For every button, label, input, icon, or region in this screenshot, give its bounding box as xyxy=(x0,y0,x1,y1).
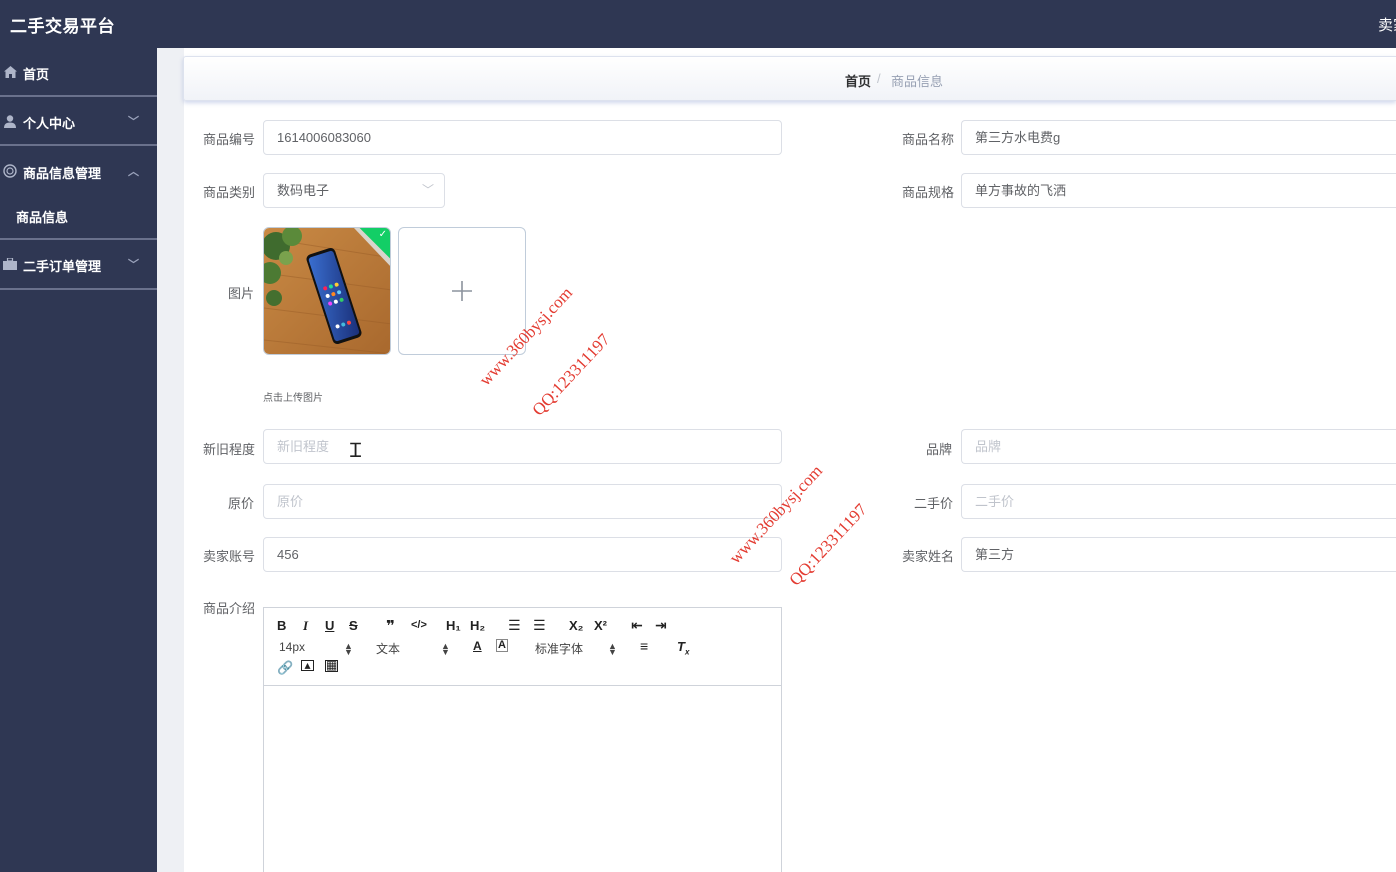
bold-icon[interactable]: B xyxy=(277,618,286,633)
font-size-picker[interactable]: 14px xyxy=(279,640,305,654)
breadcrumb-home[interactable]: 首页 xyxy=(845,71,871,90)
editor-toolbar: B I U S ❞ </> H₁ H₂ ☰ ☰ X₂ X² ⇤ ⇥ 14px ▲… xyxy=(264,608,781,686)
video-icon[interactable]: ▦ xyxy=(325,659,338,672)
product-no-input[interactable]: 1614006083060 xyxy=(263,120,782,155)
second-price-input[interactable]: 二手价 xyxy=(961,484,1396,519)
product-name-input[interactable]: 第三方水电费g xyxy=(961,120,1396,155)
sidebar-item-home[interactable]: 首页 xyxy=(0,48,157,96)
phone-photo xyxy=(264,228,390,354)
breadcrumb-current: 商品信息 xyxy=(891,74,944,89)
outdent-icon[interactable]: ⇤ xyxy=(631,617,643,634)
seller-account-input[interactable]: 456 xyxy=(263,537,782,572)
original-price-label: 原价 xyxy=(228,496,255,511)
sidebar-item-goods-management[interactable]: 商品信息管理 ︿ xyxy=(0,147,157,195)
editor-content-area[interactable] xyxy=(264,686,781,872)
code-block-icon[interactable]: </> xyxy=(411,619,427,631)
breadcrumb-separator: / xyxy=(877,71,881,86)
underline-icon[interactable]: U xyxy=(325,618,334,633)
sidebar-item-label: 首页 xyxy=(23,67,50,82)
condition-input[interactable]: 新旧程度 xyxy=(263,429,782,464)
ordered-list-icon[interactable]: ☰ xyxy=(508,617,521,634)
sidebar-item-profile[interactable]: 个人中心 ﹀ xyxy=(0,97,157,145)
font-color-icon[interactable]: A xyxy=(473,639,482,653)
chevron-down-icon: ﹀ xyxy=(421,183,434,197)
sidebar-subitem-label: 商品信息 xyxy=(16,210,69,225)
image-label: 图片 xyxy=(228,286,255,301)
user-icon xyxy=(3,114,17,128)
user-menu[interactable]: 卖家 xyxy=(1378,14,1396,35)
chevron-up-icon: ︿ xyxy=(128,166,139,178)
brand-label: 品牌 xyxy=(926,442,953,457)
category-select-value: 数码电子 xyxy=(277,183,330,198)
product-no-label: 商品编号 xyxy=(203,132,256,147)
check-icon: ✓ xyxy=(378,229,387,240)
spec-label: 商品规格 xyxy=(902,185,955,200)
background-color-icon[interactable]: A xyxy=(496,639,508,652)
condition-label: 新旧程度 xyxy=(203,442,256,457)
indent-icon[interactable]: ⇥ xyxy=(655,617,667,634)
bullet-list-icon[interactable]: ☰ xyxy=(533,617,546,634)
seller-account-label: 卖家账号 xyxy=(203,549,256,564)
spec-input[interactable]: 单方事故的飞洒 xyxy=(961,173,1396,208)
breadcrumb: 首页 / 商品信息 xyxy=(183,56,1396,101)
strikethrough-icon[interactable]: S xyxy=(349,618,358,633)
align-icon[interactable]: ≡ xyxy=(640,638,648,654)
italic-icon[interactable]: I xyxy=(303,618,308,634)
blockquote-icon[interactable]: ❞ xyxy=(386,617,395,635)
goods-icon xyxy=(3,164,17,178)
product-name-label: 商品名称 xyxy=(902,132,955,147)
heading1-icon[interactable]: H₁ xyxy=(446,618,461,633)
clear-format-icon[interactable]: Tx xyxy=(677,639,689,657)
upload-tip: 点击上传图片 xyxy=(263,393,323,404)
briefcase-icon xyxy=(3,257,17,271)
picker-arrows-icon: ▲ ▼ xyxy=(441,641,450,657)
sidebar-item-orders[interactable]: 二手订单管理 ﹀ xyxy=(0,240,157,288)
category-select[interactable]: 数码电子 ﹀ xyxy=(263,173,445,208)
text-cursor-icon: Ɪ xyxy=(350,438,362,462)
superscript-icon[interactable]: X² xyxy=(594,618,607,633)
seller-name-label: 卖家姓名 xyxy=(902,549,955,564)
sidebar-item-label: 个人中心 xyxy=(23,116,76,131)
home-icon xyxy=(3,65,17,79)
link-icon[interactable]: 🔗 xyxy=(277,660,293,676)
sidebar-divider xyxy=(0,288,157,290)
brand-input[interactable]: 品牌 xyxy=(961,429,1396,464)
description-label: 商品介绍 xyxy=(203,601,256,616)
sidebar-item-label: 商品信息管理 xyxy=(23,166,102,181)
rich-text-editor: B I U S ❞ </> H₁ H₂ ☰ ☰ X₂ X² ⇤ ⇥ 14px ▲… xyxy=(263,607,782,872)
chevron-down-icon: ﹀ xyxy=(128,259,139,271)
sidebar-divider xyxy=(0,144,157,146)
original-price-input[interactable]: 原价 xyxy=(263,484,782,519)
subscript-icon[interactable]: X₂ xyxy=(569,618,583,633)
sidebar-item-label: 二手订单管理 xyxy=(23,259,102,274)
plus-icon xyxy=(452,281,472,301)
image-upload-button[interactable] xyxy=(398,227,526,355)
second-price-label: 二手价 xyxy=(914,496,954,511)
seller-name-input[interactable]: 第三方 xyxy=(961,537,1396,572)
uploaded-product-image[interactable]: ✓ xyxy=(263,227,391,355)
image-icon[interactable]: ▴ xyxy=(301,659,314,671)
category-label: 商品类别 xyxy=(203,185,256,200)
header-type-picker[interactable]: 文本 xyxy=(376,640,400,657)
chevron-down-icon: ﹀ xyxy=(128,116,139,128)
sidebar: 首页 个人中心 ﹀ 商品信息管理 ︿ 商品信息 二手订单管理 ﹀ xyxy=(0,48,157,872)
sidebar-subitem-goods-info[interactable]: 商品信息 xyxy=(0,193,157,237)
font-family-picker[interactable]: 标准字体 xyxy=(535,640,583,657)
picker-arrows-icon: ▲ ▼ xyxy=(608,641,617,657)
heading2-icon[interactable]: H₂ xyxy=(470,618,485,633)
picker-arrows-icon: ▲ ▼ xyxy=(344,641,353,657)
top-navbar: 二手交易平台 卖家 xyxy=(0,0,1396,48)
app-title: 二手交易平台 xyxy=(10,17,115,36)
